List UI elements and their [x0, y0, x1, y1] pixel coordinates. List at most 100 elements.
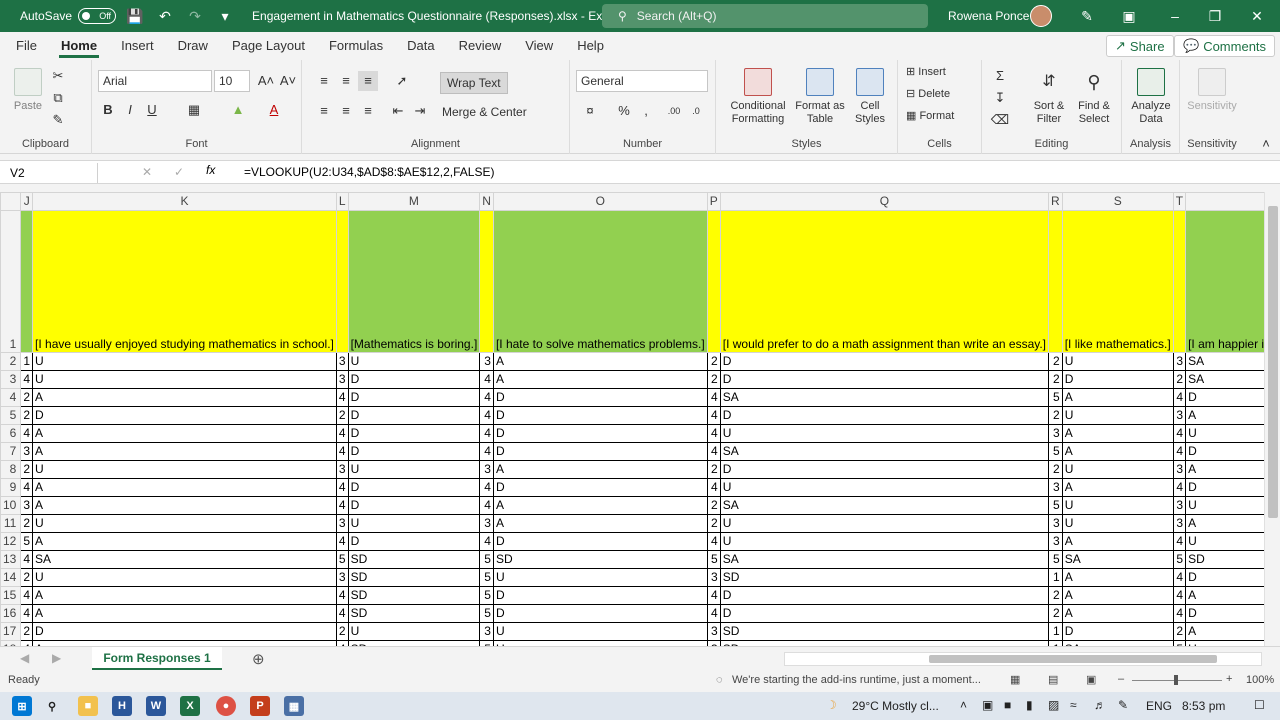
chrome-icon[interactable]: ●	[216, 696, 236, 716]
cell[interactable]: A	[1185, 586, 1264, 605]
row-header[interactable]: 12	[0, 532, 22, 551]
volume-icon[interactable]: ♬	[1094, 698, 1106, 712]
cell[interactable]: D	[492, 478, 708, 497]
header-cell[interactable]: [I would prefer to do a math assignment …	[719, 210, 1050, 353]
cell[interactable]: SA	[1061, 550, 1174, 569]
zoom-level[interactable]: 100%	[1246, 674, 1274, 686]
cell[interactable]: A	[1185, 406, 1264, 425]
header-cell[interactable]: [I like mathematics.]	[1061, 210, 1174, 353]
cell[interactable]: 4	[1172, 424, 1187, 443]
excel-icon[interactable]: X	[180, 696, 200, 716]
powerpoint-icon[interactable]: P	[250, 696, 270, 716]
search-box[interactable]: ⚲ Search (Alt+Q)	[602, 4, 928, 28]
header-cell[interactable]: [I hate to solve mathematics problems.]	[492, 210, 708, 353]
cell[interactable]: 2	[20, 514, 34, 533]
enter-icon[interactable]: ✓	[174, 165, 184, 179]
cell[interactable]: D	[1185, 388, 1264, 407]
cell[interactable]: D	[347, 532, 481, 551]
cell[interactable]: D	[719, 406, 1050, 425]
font-color-icon[interactable]: A	[264, 100, 284, 120]
word-icon[interactable]: W	[146, 696, 166, 716]
horizontal-scrollbar[interactable]	[784, 652, 1262, 666]
cell[interactable]: 5	[1048, 550, 1063, 569]
cell[interactable]: 4	[20, 550, 34, 569]
cell[interactable]: 4	[20, 586, 34, 605]
cell[interactable]: 4	[479, 370, 494, 389]
cell[interactable]: A	[32, 424, 337, 443]
cell[interactable]: 2	[1048, 604, 1063, 623]
cell[interactable]: 4	[335, 496, 349, 515]
cell[interactable]: 4	[479, 406, 494, 425]
worksheet-grid[interactable]: JKLMNOPQRSTUVWXYZAAABACAD 1[I have usual…	[0, 192, 1264, 646]
cell[interactable]: 4	[335, 388, 349, 407]
close-icon[interactable]: ✕	[1234, 0, 1280, 32]
cell-styles-button[interactable]: Cell Styles	[848, 68, 892, 126]
cell[interactable]: 2	[20, 622, 34, 641]
cell[interactable]: D	[347, 442, 481, 461]
cell[interactable]: 2	[1048, 352, 1063, 371]
zoom-slider-handle[interactable]	[1174, 675, 1178, 685]
cell[interactable]: U	[32, 568, 337, 587]
cell[interactable]: 3	[1048, 532, 1063, 551]
sensitivity-button[interactable]: Sensitivity	[1184, 68, 1240, 113]
cell[interactable]: U	[1061, 514, 1174, 533]
row-header[interactable]: 5	[0, 406, 22, 425]
column-header-o[interactable]: O	[492, 192, 708, 211]
cell[interactable]: 2	[706, 460, 721, 479]
header-cell[interactable]	[1172, 210, 1187, 353]
cell[interactable]: D	[492, 604, 708, 623]
header-cell[interactable]	[706, 210, 721, 353]
column-header-m[interactable]: M	[347, 192, 481, 211]
cell[interactable]: 2	[1172, 622, 1187, 641]
prev-sheet-icon[interactable]: ◀	[20, 651, 29, 665]
cell[interactable]: D	[492, 424, 708, 443]
cell[interactable]: A	[492, 352, 708, 371]
cell[interactable]: 4	[479, 388, 494, 407]
add-sheet-icon[interactable]: ⊕	[252, 650, 265, 668]
cell[interactable]: A	[32, 442, 337, 461]
cell[interactable]: 3	[335, 514, 349, 533]
fill-color-icon[interactable]: ▲	[228, 100, 248, 120]
menu-page-layout[interactable]: Page Layout	[220, 32, 317, 60]
cell[interactable]: 5	[1048, 496, 1063, 515]
cell[interactable]: U	[1061, 496, 1174, 515]
cell[interactable]: 3	[1172, 514, 1187, 533]
wifi-icon[interactable]: ≈	[1070, 698, 1077, 712]
row-header[interactable]: 2	[0, 352, 22, 371]
cell[interactable]: 4	[1172, 442, 1187, 461]
row-header[interactable]: 3	[0, 370, 22, 389]
cell[interactable]: 3	[479, 622, 494, 641]
restore-icon[interactable]: ❐	[1192, 0, 1238, 32]
header-cell[interactable]: [I am happier in other subjects than in …	[1185, 210, 1264, 353]
align-bottom-icon[interactable]: ≡	[358, 71, 378, 91]
cell[interactable]: 3	[335, 352, 349, 371]
analyze-data-button[interactable]: Analyze Data	[1126, 68, 1176, 126]
cell[interactable]: A	[1061, 568, 1174, 587]
calculator-icon[interactable]: ▦	[284, 696, 304, 716]
cell[interactable]: 3	[335, 568, 349, 587]
bold-icon[interactable]: B	[98, 100, 118, 120]
cut-icon[interactable]: ✂	[48, 66, 68, 86]
font-size-select[interactable]: 10	[214, 70, 250, 92]
cell[interactable]: 4	[335, 586, 349, 605]
column-header-p[interactable]: P	[706, 192, 721, 211]
zoom-out-icon[interactable]: –	[1118, 673, 1124, 685]
copy-icon[interactable]: ⧉	[48, 88, 68, 108]
cell[interactable]: U	[492, 568, 708, 587]
cell[interactable]: U	[1061, 406, 1174, 425]
cell[interactable]: A	[1061, 586, 1174, 605]
cell[interactable]: D	[1185, 604, 1264, 623]
cell[interactable]: D	[1185, 442, 1264, 461]
cell[interactable]: A	[32, 604, 337, 623]
cell[interactable]: 1	[1048, 622, 1063, 641]
menu-view[interactable]: View	[513, 32, 565, 60]
percent-icon[interactable]: %	[614, 101, 634, 121]
cell[interactable]: A	[492, 514, 708, 533]
cell[interactable]: SA	[1185, 352, 1264, 371]
row-header[interactable]: 4	[0, 388, 22, 407]
cell[interactable]: SD	[719, 568, 1050, 587]
column-header-s[interactable]: S	[1061, 192, 1174, 211]
column-header-q[interactable]: Q	[719, 192, 1050, 211]
decrease-font-icon[interactable]: A˅	[278, 71, 298, 91]
cell[interactable]: A	[492, 460, 708, 479]
